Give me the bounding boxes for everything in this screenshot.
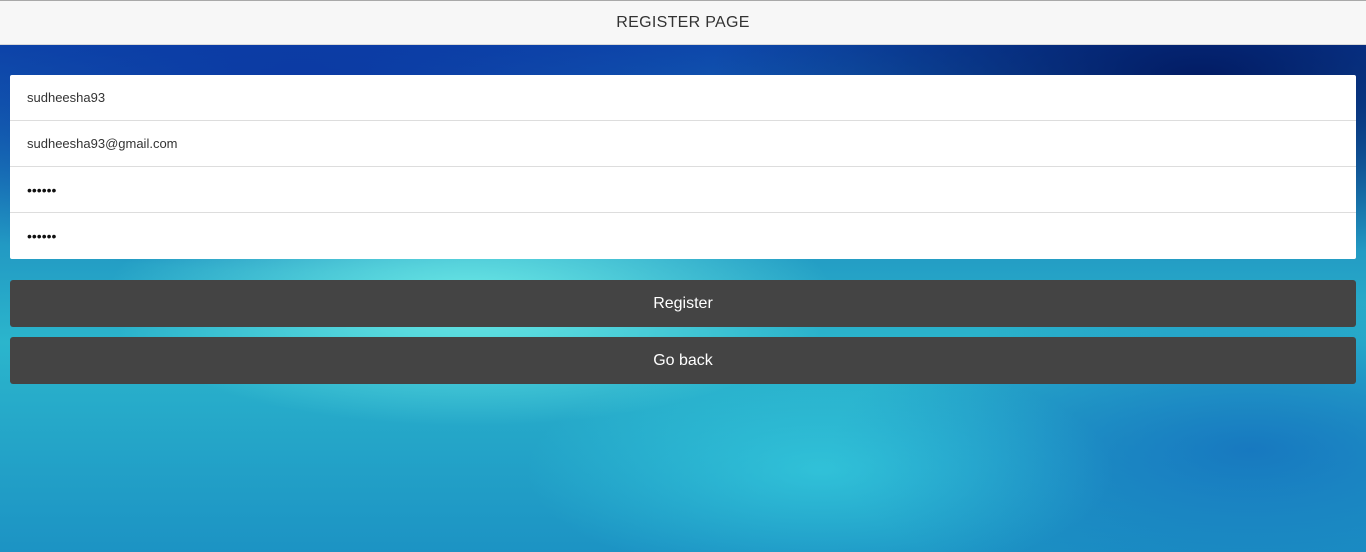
page-title: REGISTER PAGE: [616, 13, 750, 31]
username-input[interactable]: [27, 90, 1356, 105]
password-input[interactable]: [27, 181, 1356, 198]
email-input[interactable]: [27, 136, 1356, 151]
go-back-button[interactable]: Go back: [10, 337, 1356, 384]
register-form: [10, 75, 1356, 259]
register-button[interactable]: Register: [10, 280, 1356, 327]
email-row: [10, 121, 1356, 167]
confirm-password-row: [10, 213, 1356, 259]
confirm-password-input[interactable]: [27, 228, 1356, 244]
page-header: REGISTER PAGE: [0, 0, 1366, 45]
password-row: [10, 167, 1356, 213]
username-row: [10, 75, 1356, 121]
